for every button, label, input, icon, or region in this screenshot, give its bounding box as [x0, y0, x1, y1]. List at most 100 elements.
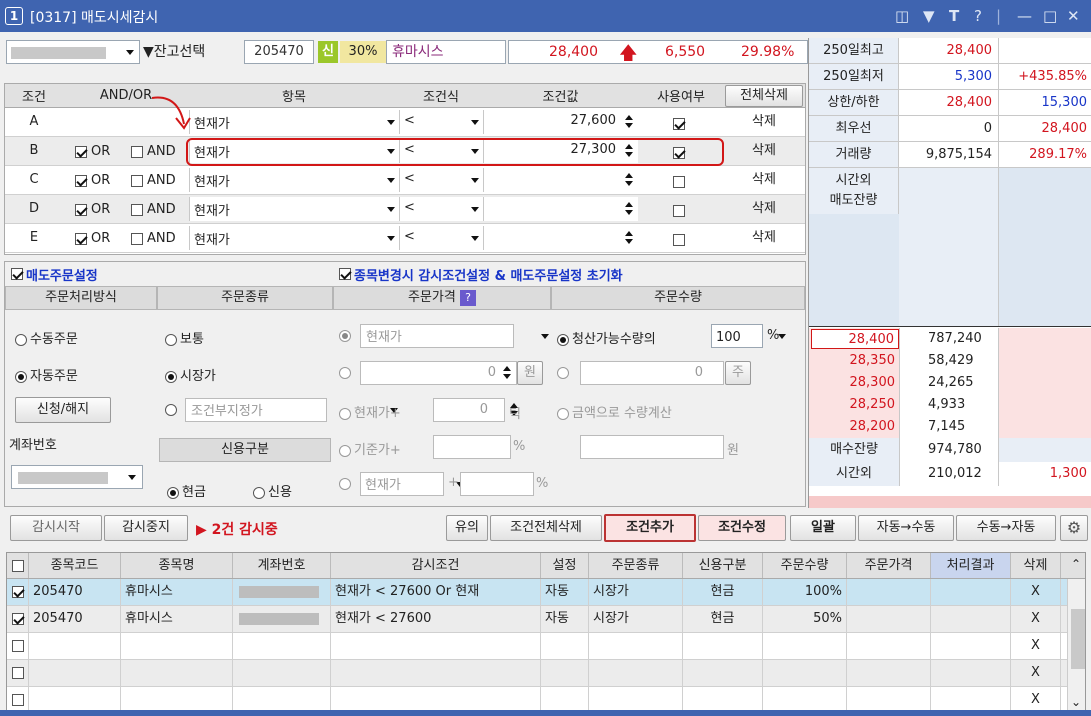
item-select[interactable]: 현재가 — [189, 168, 399, 192]
item-select[interactable]: 현재가 — [189, 226, 399, 250]
auto-to-manual-button[interactable]: 자동→수동 — [858, 515, 954, 541]
or-checkbox[interactable]: OR — [75, 231, 110, 246]
type-cond-radio[interactable] — [165, 402, 180, 417]
font-icon[interactable]: T — [949, 7, 959, 25]
manual-to-auto-button[interactable]: 수동→자동 — [956, 515, 1056, 541]
maximize-icon[interactable]: □ — [1043, 7, 1057, 25]
reset-on-change-toggle[interactable]: 종목변경시 감시조건설정 & 매도주문설정 초기화 — [339, 264, 623, 284]
use-checkbox[interactable] — [673, 232, 685, 247]
qty-liquidate-radio[interactable]: 청산가능수량의 — [557, 328, 656, 347]
spinner-icon[interactable] — [623, 171, 635, 189]
caution-button[interactable]: 유의 — [446, 515, 488, 541]
edit-condition-button[interactable]: 조건수정 — [698, 515, 786, 541]
table-row[interactable]: X — [7, 660, 1067, 687]
price-fixed-input[interactable]: 0 — [360, 361, 517, 385]
select-all-checkbox[interactable] — [7, 553, 29, 578]
and-checkbox[interactable]: AND — [131, 173, 176, 188]
bid-row[interactable]: 28,200 7,145 — [809, 416, 1091, 438]
bid-row[interactable]: 28,300 24,265 — [809, 372, 1091, 394]
price-tick-input[interactable]: 0 — [433, 398, 505, 422]
batch-button[interactable]: 일괄 — [790, 515, 856, 541]
or-checkbox[interactable]: OR — [75, 202, 110, 217]
qty-percent-select[interactable]: 100 — [711, 324, 786, 348]
scrollbar[interactable] — [1067, 579, 1085, 713]
stock-code-field[interactable]: 205470 — [244, 40, 314, 64]
credit-loan-radio[interactable]: 신용 — [253, 481, 292, 500]
row-delete-button[interactable]: X — [1011, 579, 1061, 605]
scroll-down-icon[interactable]: ⌄ — [1071, 695, 1081, 709]
price-current-select[interactable]: 현재가 — [360, 324, 549, 348]
apply-toggle-button[interactable]: 신청/해지 — [15, 397, 111, 423]
scroll-up-icon[interactable]: ⌃ — [1071, 557, 1081, 571]
price-formula-radio[interactable] — [339, 476, 354, 491]
type-cond-select[interactable]: 조건부지정가 — [185, 398, 398, 422]
bid-row[interactable]: 28,400 787,240 — [809, 328, 1091, 350]
table-row[interactable]: 205470 휴마시스 현재가 < 27600 Or 현재 자동 시장가 현금 100% X — [7, 579, 1067, 606]
price-curplus-radio[interactable]: 현재가+ — [339, 402, 401, 421]
account-select[interactable] — [6, 40, 140, 64]
table-row[interactable]: 205470 휴마시스 현재가 < 27600 자동 시장가 현금 50% X — [7, 606, 1067, 633]
price-fixed-radio[interactable] — [339, 365, 354, 380]
and-checkbox[interactable]: AND — [131, 202, 176, 217]
item-select[interactable]: 현재가 — [189, 197, 399, 221]
value-input[interactable] — [483, 226, 638, 250]
scroll-thumb[interactable] — [1071, 609, 1085, 669]
spinner-icon[interactable] — [623, 113, 635, 131]
qty-amount-radio[interactable]: 금액으로 수량계산 — [557, 402, 672, 421]
delete-condition-button[interactable]: 삭제 — [725, 226, 803, 250]
delete-all-button[interactable]: 전체삭제 — [725, 85, 803, 107]
stop-monitor-button[interactable]: 감시중지 — [104, 515, 188, 541]
add-condition-button[interactable]: 조건추가 — [604, 514, 696, 542]
type-market-radio[interactable]: 시장가 — [165, 365, 216, 384]
value-input[interactable]: 27,600 — [483, 110, 638, 134]
row-checkbox[interactable] — [7, 660, 29, 686]
operator-select[interactable]: < — [399, 197, 483, 221]
operator-select[interactable]: < — [399, 226, 483, 250]
use-checkbox[interactable] — [673, 203, 685, 218]
type-normal-radio[interactable]: 보통 — [165, 328, 204, 347]
price-formula-select[interactable]: 현재가 — [360, 472, 464, 496]
balance-select-button[interactable]: ▼잔고선택 — [143, 40, 205, 64]
item-select[interactable]: 현재가 — [189, 110, 399, 134]
or-checkbox[interactable]: OR — [75, 144, 110, 159]
layout-icon[interactable]: ◫ — [895, 7, 909, 25]
row-delete-button[interactable]: X — [1011, 606, 1061, 632]
value-input[interactable] — [483, 168, 638, 192]
help-icon[interactable]: ? — [459, 289, 476, 306]
gear-icon[interactable]: ⚙ — [1060, 515, 1088, 541]
table-row[interactable]: X — [7, 633, 1067, 660]
bid-row[interactable]: 28,250 4,933 — [809, 394, 1091, 416]
price-current-radio[interactable] — [339, 328, 354, 343]
stock-name-field[interactable]: 휴마시스 — [386, 40, 506, 64]
row-checkbox[interactable] — [7, 633, 29, 659]
qty-amount-input[interactable] — [580, 435, 724, 459]
and-checkbox[interactable]: AND — [131, 231, 176, 246]
use-checkbox[interactable] — [673, 116, 685, 131]
delete-condition-button[interactable]: 삭제 — [725, 139, 803, 163]
value-input[interactable] — [483, 197, 638, 221]
help-icon[interactable]: ? — [974, 7, 982, 25]
and-checkbox[interactable]: AND — [131, 144, 176, 159]
price-base-input[interactable] — [433, 435, 511, 459]
delete-condition-button[interactable]: 삭제 — [725, 110, 803, 134]
delete-all-conditions-button[interactable]: 조건전체삭제 — [490, 515, 602, 541]
spinner-icon[interactable] — [623, 229, 635, 247]
credit-cash-radio[interactable]: 현금 — [167, 481, 206, 500]
minimize-icon[interactable]: — — [1017, 7, 1032, 25]
row-delete-button[interactable]: X — [1011, 633, 1061, 659]
spinner-icon[interactable] — [501, 364, 513, 382]
price-baseplus-radio[interactable]: 기준가+ — [339, 439, 401, 458]
row-delete-button[interactable]: X — [1011, 660, 1061, 686]
pin-icon[interactable]: ▼ — [923, 7, 935, 25]
row-checkbox[interactable] — [7, 579, 29, 605]
qty-fixed-radio[interactable] — [557, 365, 572, 380]
start-monitor-button[interactable]: 감시시작 — [10, 515, 102, 541]
close-icon[interactable]: ✕ — [1067, 7, 1080, 25]
method-auto-radio[interactable]: 자동주문 — [15, 365, 78, 384]
spinner-icon[interactable] — [623, 200, 635, 218]
method-manual-radio[interactable]: 수동주문 — [15, 328, 78, 347]
order-account-select[interactable] — [11, 465, 143, 489]
delete-condition-button[interactable]: 삭제 — [725, 197, 803, 221]
qty-fixed-input[interactable]: 0 — [580, 361, 724, 385]
use-checkbox[interactable] — [673, 174, 685, 189]
